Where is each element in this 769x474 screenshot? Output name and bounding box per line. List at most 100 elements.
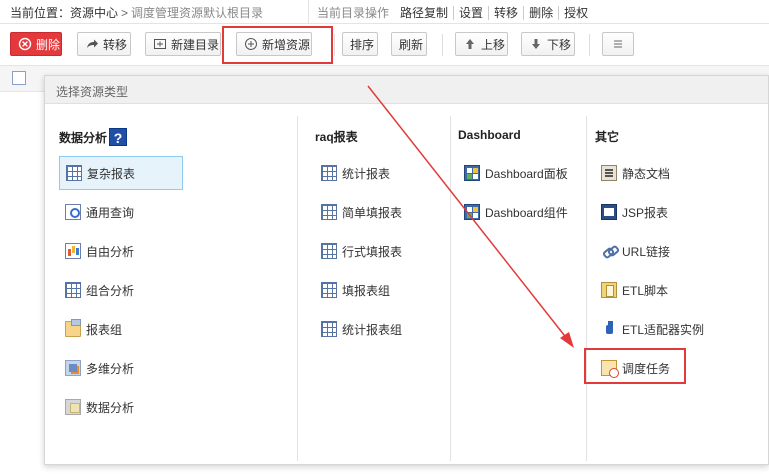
highlight-new-resource [222, 26, 333, 64]
resource-item-free-analysis[interactable]: 自由分析 [59, 234, 134, 268]
move-dir-link[interactable]: 转移 [488, 6, 524, 20]
toolbar-separator [589, 34, 590, 56]
new-folder-icon [153, 37, 167, 51]
move-button[interactable]: 转移 [77, 32, 131, 56]
jsp-report-icon [601, 204, 617, 220]
move-up-label: 上移 [481, 37, 506, 52]
simple-fill-report-icon [321, 204, 337, 220]
static-doc-icon [601, 165, 617, 181]
item-label: 简单填报表 [342, 205, 403, 220]
item-label: 多维分析 [86, 361, 135, 376]
item-label: 行式填报表 [342, 244, 403, 259]
dashboard-panel-icon [464, 165, 480, 181]
resource-item-etl-adapter[interactable]: ETL适配器实例 [595, 312, 704, 346]
column-title: 数据分析 ? [59, 128, 128, 146]
resource-item-stat-report[interactable]: 统计报表 [315, 156, 390, 190]
link-icon [601, 243, 617, 259]
select-all-checkbox[interactable] [12, 71, 26, 85]
more-menu-button[interactable] [602, 32, 634, 56]
resource-item-olap[interactable]: 多维分析 [59, 351, 134, 385]
directory-operations-title: 当前目录操作 [317, 6, 390, 20]
resource-item-simple-fill-report[interactable]: 简单填报表 [315, 195, 402, 229]
column-title-text: raq报表 [315, 130, 358, 144]
breadcrumb-current: 调度管理资源默认根目录 [131, 6, 264, 20]
refresh-button-label: 刷新 [399, 37, 424, 52]
column-title: raq报表 [315, 128, 358, 145]
refresh-button[interactable]: 刷新 [391, 32, 427, 56]
item-label: ETL脚本 [622, 283, 669, 298]
directory-operations: 当前目录操作 路径复制 设置 转移 删除 授权 [317, 4, 594, 21]
resource-item-row-fill-report[interactable]: 行式填报表 [315, 234, 402, 268]
fill-report-group-icon [321, 282, 337, 298]
arrow-up-icon [463, 37, 477, 51]
column-divider [450, 116, 451, 461]
breadcrumb-label: 当前位置： [10, 6, 71, 20]
resource-item-complex-report[interactable]: 复杂报表 [59, 156, 183, 190]
resource-item-dashboard-widget[interactable]: Dashboard组件 [458, 195, 568, 229]
move-up-button[interactable]: 上移 [455, 32, 508, 56]
item-label: 报表组 [86, 322, 123, 337]
item-label: Dashboard面板 [485, 166, 568, 181]
breadcrumb-separator: > [121, 6, 129, 20]
sort-button-label: 排序 [350, 37, 375, 52]
column-divider [586, 116, 587, 461]
plug-icon [601, 321, 617, 337]
settings-link[interactable]: 设置 [453, 6, 489, 20]
column-data-analysis: 数据分析 ? 复杂报表 通用查询 自由分析 组合分析 报表组 多维分析 数据分析 [59, 116, 289, 461]
item-label: ETL适配器实例 [622, 322, 705, 337]
resource-item-jsp-report[interactable]: JSP报表 [595, 195, 668, 229]
resource-item-url-link[interactable]: URL链接 [595, 234, 670, 268]
breadcrumb-divider [308, 0, 309, 24]
resource-item-data-analysis[interactable]: 数据分析 [59, 390, 134, 424]
authorize-link[interactable]: 授权 [558, 6, 594, 20]
resource-item-general-query[interactable]: 通用查询 [59, 195, 134, 229]
sort-button[interactable]: 排序 [342, 32, 378, 56]
resource-item-dashboard-panel[interactable]: Dashboard面板 [458, 156, 568, 190]
item-label: JSP报表 [622, 205, 669, 220]
move-down-button[interactable]: 下移 [521, 32, 575, 56]
highlight-schedule-task [584, 348, 686, 384]
breadcrumb-root-link[interactable]: 资源中心 [70, 6, 118, 20]
column-dashboard: Dashboard Dashboard面板 Dashboard组件 [458, 116, 583, 461]
delete-button[interactable]: 删除 [10, 32, 62, 56]
toolbar-separator [334, 34, 335, 56]
arrow-down-icon [529, 37, 543, 51]
dashboard-widget-icon [464, 204, 480, 220]
delete-circle-icon [18, 37, 32, 51]
item-label: 复杂报表 [87, 166, 136, 181]
item-label: 组合分析 [86, 283, 135, 298]
column-title: 其它 [595, 128, 619, 145]
new-directory-button[interactable]: 新建目录 [145, 32, 221, 56]
combined-analysis-icon [65, 282, 81, 298]
item-label: 自由分析 [86, 244, 135, 259]
column-title-text: Dashboard [458, 128, 521, 142]
new-directory-label: 新建目录 [171, 37, 220, 52]
column-title: Dashboard [458, 128, 521, 142]
move-button-label: 转移 [103, 37, 128, 52]
breadcrumb-bar: 当前位置：资源中心 > 调度管理资源默认根目录 当前目录操作 路径复制 设置 转移 删除 授权 [0, 0, 769, 24]
resource-item-static-doc[interactable]: 静态文档 [595, 156, 670, 190]
delete-dir-link[interactable]: 删除 [523, 6, 559, 20]
toolbar-separator [442, 34, 443, 56]
help-icon[interactable]: ? [109, 128, 128, 146]
resource-item-etl-script[interactable]: ETL脚本 [595, 273, 668, 307]
column-raq-report: raq报表 统计报表 简单填报表 行式填报表 填报表组 统计报表组 [315, 116, 445, 461]
olap-cube-icon [65, 360, 81, 376]
item-label: 静态文档 [622, 166, 671, 181]
data-analysis-icon [65, 399, 81, 415]
breadcrumb: 当前位置：资源中心 > 调度管理资源默认根目录 [10, 4, 263, 21]
complex-report-icon [66, 165, 82, 181]
stat-report-icon [321, 165, 337, 181]
move-down-label: 下移 [547, 37, 572, 52]
item-label: 统计报表组 [342, 322, 403, 337]
resource-item-stat-report-group[interactable]: 统计报表组 [315, 312, 402, 346]
copy-path-link[interactable]: 路径复制 [395, 6, 453, 20]
resource-item-fill-report-group[interactable]: 填报表组 [315, 273, 390, 307]
item-label: 填报表组 [342, 283, 391, 298]
resource-item-report-group[interactable]: 报表组 [59, 312, 122, 346]
item-label: 通用查询 [86, 205, 135, 220]
resource-type-panel: 选择资源类型 数据分析 ? 复杂报表 通用查询 自由分析 组合分析 报表组 多维… [44, 75, 769, 465]
resource-item-combined-analysis[interactable]: 组合分析 [59, 273, 134, 307]
delete-button-label: 删除 [36, 37, 61, 52]
stat-report-group-icon [321, 321, 337, 337]
